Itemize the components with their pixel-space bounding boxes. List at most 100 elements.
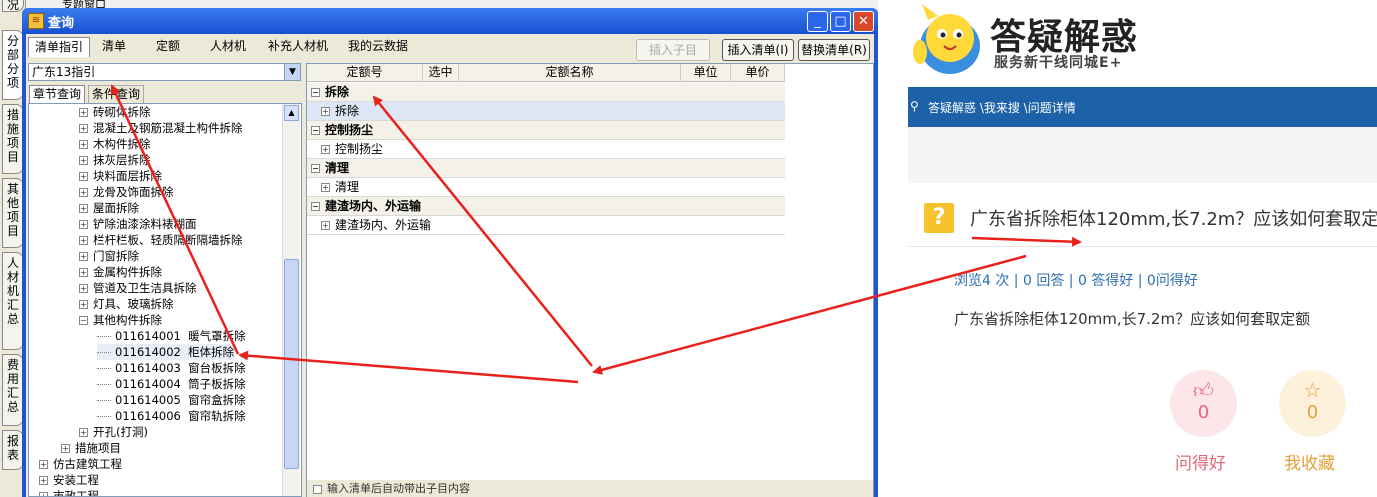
tree-node[interactable]: + 抹灰层拆除 xyxy=(79,152,151,168)
tree-scrollbar[interactable]: ▲ xyxy=(282,104,300,496)
vtab-rencaiji[interactable]: 人材机汇总 xyxy=(2,252,24,350)
tree-node[interactable]: + 铲除油漆涂料裱糊面 xyxy=(79,216,197,232)
tree-node[interactable]: + 砖砌体拆除 xyxy=(79,104,151,120)
tree-node[interactable]: + 安装工程 xyxy=(39,472,99,488)
expand-icon[interactable]: + xyxy=(39,476,48,485)
collapse-icon[interactable]: − xyxy=(311,164,320,173)
expand-icon[interactable]: + xyxy=(39,460,48,469)
collapse-icon[interactable]: − xyxy=(311,126,320,135)
tree-node[interactable]: + 市政工程 xyxy=(39,488,99,496)
tree-node[interactable]: + 木构件拆除 xyxy=(79,136,151,152)
grid-group-row[interactable]: − 拆除 xyxy=(307,83,785,102)
tab-chapter-search[interactable]: 章节查询 xyxy=(29,85,86,103)
expand-icon[interactable]: + xyxy=(79,252,88,261)
grid-row[interactable]: + 建渣场内、外运输 xyxy=(307,216,785,235)
scroll-up-icon[interactable]: ▲ xyxy=(284,105,299,121)
guide-select[interactable]: 广东13指引 ▼ xyxy=(28,63,301,81)
expand-icon[interactable]: + xyxy=(321,145,330,154)
tree-node[interactable]: + 门窗拆除 xyxy=(79,248,139,264)
tree-node[interactable]: + 龙骨及饰面拆除 xyxy=(79,184,174,200)
expand-icon[interactable]: + xyxy=(79,284,88,293)
tab-rencaiji[interactable]: 人材机 xyxy=(204,37,252,57)
maximize-icon[interactable]: □ xyxy=(830,11,851,32)
expand-icon[interactable]: + xyxy=(79,236,88,245)
collapse-icon[interactable]: − xyxy=(311,202,320,211)
grid-group-row[interactable]: − 清理 xyxy=(307,159,785,178)
tree-node[interactable]: + 仿古建筑工程 xyxy=(39,456,122,472)
tree-node[interactable]: + 灯具、玻璃拆除 xyxy=(79,296,174,312)
col-selected[interactable]: 选中 xyxy=(423,64,459,82)
tab-cloud-data[interactable]: 我的云数据 xyxy=(342,37,414,57)
expand-icon[interactable]: − xyxy=(79,316,88,325)
tree-node[interactable]: + 混凝土及钢筋混凝土构件拆除 xyxy=(79,120,243,136)
grid-row[interactable]: + 控制扬尘 xyxy=(307,140,785,159)
tree-node[interactable]: + 开孔(打洞) xyxy=(79,424,148,440)
tree-node[interactable]: + 管道及卫生洁具拆除 xyxy=(79,280,197,296)
tree-leaf[interactable]: 011614002 柜体拆除 xyxy=(97,344,235,360)
like-button[interactable]: 👍︎ 0 xyxy=(1170,370,1237,437)
favorite-label[interactable]: 我收藏 xyxy=(1284,449,1335,474)
replace-list-button[interactable]: 替换清单(R) xyxy=(798,39,870,61)
vtab-fenbu[interactable]: 分部分项 xyxy=(2,30,24,100)
vtab-qita[interactable]: 其他项目 xyxy=(2,178,24,248)
insert-list-button[interactable]: 插入清单(I) xyxy=(722,39,794,61)
expand-icon[interactable]: + xyxy=(39,492,48,496)
expand-icon[interactable]: + xyxy=(79,108,88,117)
grid-group-row[interactable]: − 控制扬尘 xyxy=(307,121,785,140)
expand-icon[interactable]: + xyxy=(79,204,88,213)
insert-child-button[interactable]: 插入子目 xyxy=(636,39,710,61)
expand-icon[interactable]: + xyxy=(321,221,330,230)
vtab-baobiao[interactable]: 报表 xyxy=(2,430,24,470)
tab-qingdan[interactable]: 清单 xyxy=(96,37,132,57)
expand-icon[interactable]: + xyxy=(79,124,88,133)
tab-buchong-rencaiji[interactable]: 补充人材机 xyxy=(262,37,334,57)
tree-node[interactable]: + 金属构件拆除 xyxy=(79,264,162,280)
col-unit[interactable]: 单位 xyxy=(681,64,731,82)
expand-icon[interactable]: + xyxy=(79,188,88,197)
chevron-down-icon[interactable]: ▼ xyxy=(284,64,300,80)
tab-condition-search[interactable]: 条件查询 xyxy=(88,85,145,103)
expand-icon[interactable]: + xyxy=(79,428,88,437)
dialog-titlebar[interactable]: ≋ 查询 _ □ ✕ xyxy=(22,8,878,34)
tree-node[interactable]: + 栏杆栏板、轻质隔断隔墙拆除 xyxy=(79,232,243,248)
tree-node[interactable]: + 措施项目 xyxy=(61,440,121,456)
vtab-cuoshi[interactable]: 措施项目 xyxy=(2,104,24,174)
tree-leaf[interactable]: 011614004 筒子板拆除 xyxy=(97,376,246,392)
minimize-icon[interactable]: _ xyxy=(807,11,828,32)
expand-icon[interactable]: + xyxy=(79,220,88,229)
tree-leaf[interactable]: 011614003 窗台板拆除 xyxy=(97,360,246,376)
breadcrumb[interactable]: 答疑解惑 \我来搜 \问题详情 xyxy=(928,99,1076,116)
col-dinge-no[interactable]: 定额号 xyxy=(307,64,423,82)
expand-icon[interactable]: + xyxy=(61,444,70,453)
tree-node[interactable]: + 块料面层拆除 xyxy=(79,168,162,184)
tree-connector xyxy=(97,336,111,337)
tab-qingdan-zhiyin[interactable]: 清单指引 xyxy=(28,37,91,57)
expand-icon[interactable]: + xyxy=(79,172,88,181)
vtab-feiyong[interactable]: 费用汇总 xyxy=(2,354,24,426)
checkbox-icon[interactable] xyxy=(313,484,322,494)
expand-icon[interactable]: + xyxy=(79,300,88,309)
grid-group-row[interactable]: − 建渣场内、外运输 xyxy=(307,197,785,216)
like-label[interactable]: 问得好 xyxy=(1175,449,1226,474)
grid-row[interactable]: + 清理 xyxy=(307,178,785,197)
expand-icon[interactable]: + xyxy=(321,107,330,116)
col-price[interactable]: 单价 xyxy=(731,64,785,82)
tree-node[interactable]: + 屋面拆除 xyxy=(79,200,139,216)
expand-icon[interactable]: + xyxy=(79,156,88,165)
collapse-icon[interactable]: − xyxy=(311,88,320,97)
tree-leaf[interactable]: 011614006 窗帘轨拆除 xyxy=(97,408,246,424)
expand-icon[interactable]: + xyxy=(321,183,330,192)
tree-leaf[interactable]: 011614001 暖气罩拆除 xyxy=(97,328,246,344)
tab-dinge[interactable]: 定额 xyxy=(150,37,186,57)
favorite-button[interactable]: ☆ 0 xyxy=(1279,370,1346,437)
grid-row[interactable]: + 拆除 xyxy=(307,102,785,121)
vtab-overview[interactable]: 况 xyxy=(2,0,24,12)
favorite-count: 0 xyxy=(1306,402,1319,423)
tree-node[interactable]: − 其他构件拆除 xyxy=(79,312,162,328)
scroll-thumb[interactable] xyxy=(284,259,299,469)
tree-leaf[interactable]: 011614005 窗帘盒拆除 xyxy=(97,392,246,408)
expand-icon[interactable]: + xyxy=(79,140,88,149)
expand-icon[interactable]: + xyxy=(79,268,88,277)
close-icon[interactable]: ✕ xyxy=(853,11,874,32)
col-dinge-name[interactable]: 定额名称 xyxy=(459,64,681,82)
